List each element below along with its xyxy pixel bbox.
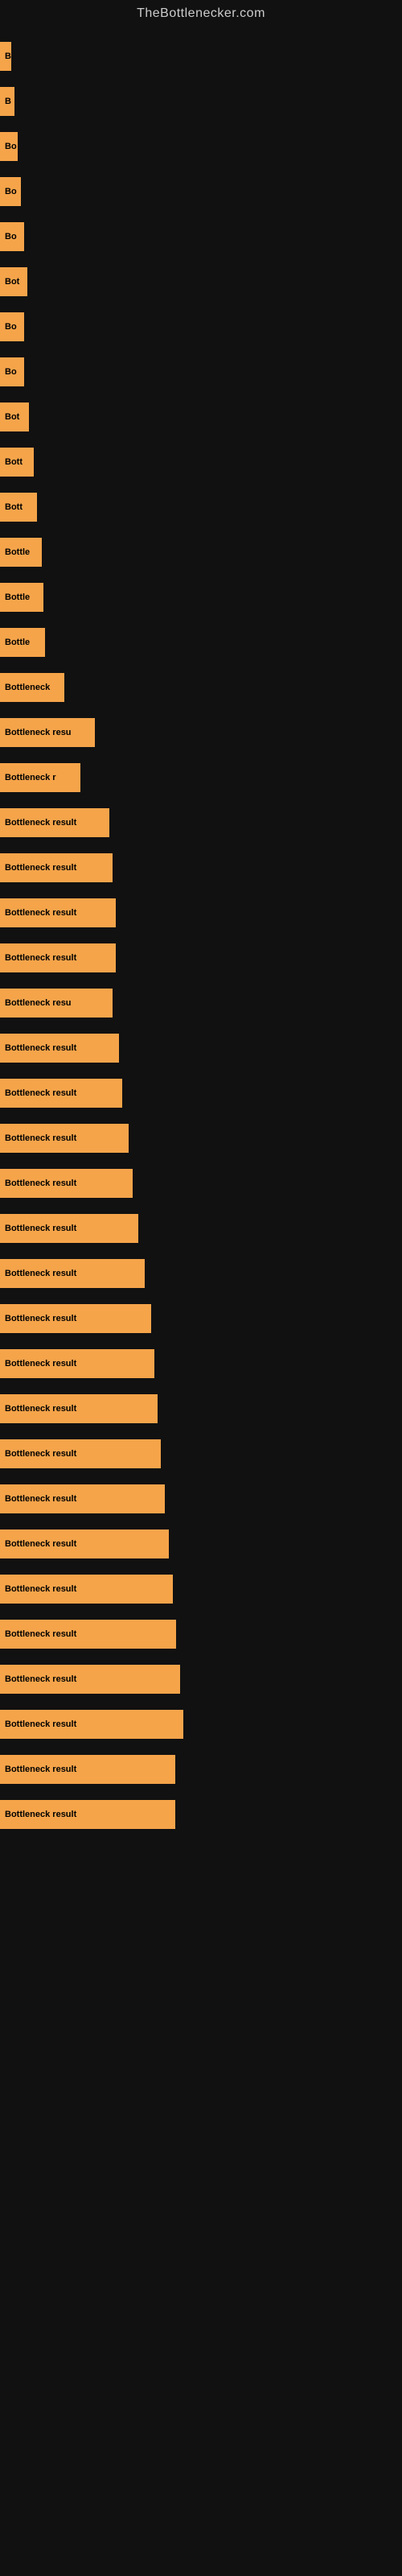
bars-container: BB Bo Bo Bo Bot Bo Bo Bot Bott Bott Bottle Bottle Bo… — [0, 27, 402, 1847]
bar-label: Bottleneck result — [0, 1394, 158, 1423]
site-title: TheBottlenecker.com — [0, 0, 402, 27]
bar-row: Bottleneck resu — [0, 982, 402, 1024]
bar-label: Bo — [0, 312, 24, 341]
bar-row: Bot — [0, 261, 402, 303]
bar-row: Bottleneck result — [0, 1117, 402, 1159]
bar-row: Bo — [0, 306, 402, 348]
bar-row: Bottleneck result — [0, 1658, 402, 1700]
bar-label: Bottleneck result — [0, 1530, 169, 1558]
bar-row: Bottleneck result — [0, 937, 402, 979]
bar-row: Bottle — [0, 531, 402, 573]
bar-row: Bott — [0, 441, 402, 483]
bar-row: Bottleneck result — [0, 847, 402, 889]
bar-label: Bottleneck result — [0, 943, 116, 972]
bar-row: B — [0, 35, 402, 77]
bar-label: Bottleneck result — [0, 1484, 165, 1513]
bar-row: Bottleneck result — [0, 802, 402, 844]
bar-row: Bottleneck result — [0, 1703, 402, 1745]
bar-row: Bottleneck — [0, 667, 402, 708]
bar-row: Bottleneck result — [0, 1072, 402, 1114]
bar-label: Bo — [0, 357, 24, 386]
bar-row: Bo — [0, 216, 402, 258]
bar-row: Bottleneck result — [0, 1162, 402, 1204]
bar-label: Bottleneck result — [0, 853, 113, 882]
bar-row: Bo — [0, 126, 402, 167]
bar-row: Bottleneck result — [0, 1388, 402, 1430]
bar-label: Bottleneck result — [0, 1710, 183, 1739]
bar-label: Bottleneck result — [0, 1439, 161, 1468]
bar-label: Bott — [0, 493, 37, 522]
bar-label: Bottleneck r — [0, 763, 80, 792]
bar-row: Bottleneck result — [0, 1433, 402, 1475]
bar-label: Bo — [0, 222, 24, 251]
bar-label: Bottle — [0, 628, 45, 657]
bar-row: Bottleneck r — [0, 757, 402, 799]
bar-label: B — [0, 42, 11, 71]
bar-row: Bottleneck result — [0, 1253, 402, 1294]
bar-label: Bottleneck result — [0, 1755, 175, 1784]
bar-label: Bottle — [0, 538, 42, 567]
bar-row: Bo — [0, 171, 402, 213]
bar-label: Bottleneck result — [0, 1259, 145, 1288]
bar-label: Bo — [0, 177, 21, 206]
bar-label: Bottle — [0, 583, 43, 612]
bar-row: Bottleneck result — [0, 1208, 402, 1249]
bar-row: Bottleneck result — [0, 1298, 402, 1340]
bar-row: Bott — [0, 486, 402, 528]
bar-row: Bottleneck result — [0, 1568, 402, 1610]
bar-row: B — [0, 80, 402, 122]
bar-label: Bottleneck result — [0, 1349, 154, 1378]
bar-label: Bottleneck result — [0, 1079, 122, 1108]
bar-label: Bot — [0, 267, 27, 296]
bar-row: Bottleneck result — [0, 1478, 402, 1520]
bar-label: Bottleneck result — [0, 1620, 176, 1649]
bar-label: Bottleneck — [0, 673, 64, 702]
bar-label: Bottleneck resu — [0, 718, 95, 747]
bar-row: Bottleneck result — [0, 892, 402, 934]
bar-row: Bottleneck result — [0, 1613, 402, 1655]
bar-row: Bottleneck result — [0, 1027, 402, 1069]
bar-label: Bottleneck resu — [0, 989, 113, 1018]
bar-label: Bottleneck result — [0, 1575, 173, 1604]
bar-row: Bot — [0, 396, 402, 438]
bar-row: Bottleneck result — [0, 1748, 402, 1790]
bar-row: Bottleneck resu — [0, 712, 402, 753]
bar-label: Bott — [0, 448, 34, 477]
bar-row: Bottle — [0, 621, 402, 663]
bar-label: Bottleneck result — [0, 1304, 151, 1333]
bar-label: Bo — [0, 132, 18, 161]
bar-label: Bottleneck result — [0, 1214, 138, 1243]
bar-label: Bottleneck result — [0, 1169, 133, 1198]
bar-label: Bot — [0, 402, 29, 431]
bar-row: Bottleneck result — [0, 1794, 402, 1835]
bar-label: Bottleneck result — [0, 1800, 175, 1829]
bar-label: Bottleneck result — [0, 1034, 119, 1063]
bar-label: Bottleneck result — [0, 1665, 180, 1694]
bar-row: Bottleneck result — [0, 1343, 402, 1385]
bar-label: Bottleneck result — [0, 1124, 129, 1153]
bar-row: Bottle — [0, 576, 402, 618]
bar-label: Bottleneck result — [0, 898, 116, 927]
bar-row: Bottleneck result — [0, 1523, 402, 1565]
bar-row: Bo — [0, 351, 402, 393]
bar-label: B — [0, 87, 14, 116]
bar-label: Bottleneck result — [0, 808, 109, 837]
